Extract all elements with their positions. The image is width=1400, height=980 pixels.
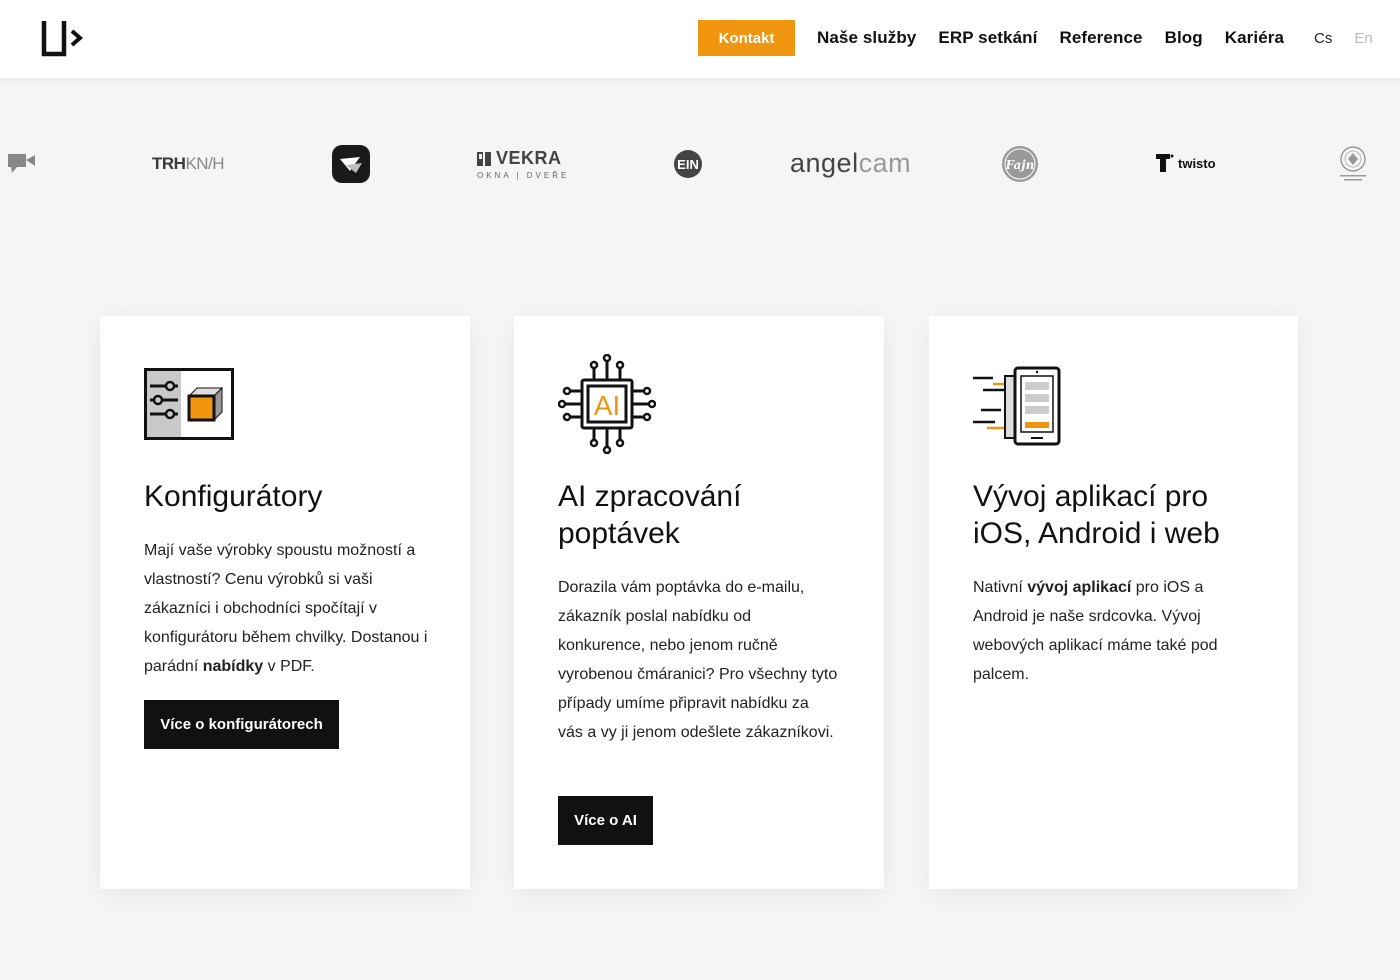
main-nav: Kontakt Naše služby ERP setkání Referenc… — [698, 20, 1373, 56]
client-logo-fajn: Fajn — [1001, 145, 1039, 183]
client-logo-app-icon — [332, 145, 370, 183]
client-logo-university-seal — [1336, 145, 1370, 185]
card-description: Mají vaše výrobky spoustu možností a vla… — [144, 542, 428, 675]
site-header: Kontakt Naše služby ERP setkání Referenc… — [0, 0, 1400, 78]
nav-item-erp-meetup[interactable]: ERP setkání — [938, 28, 1037, 48]
client-logo-camera — [8, 152, 36, 174]
more-ai-button[interactable]: Více o AI — [558, 796, 653, 845]
kontakt-button[interactable]: Kontakt — [698, 20, 795, 56]
nav-item-services[interactable]: Naše služby — [817, 28, 916, 48]
lang-en-link[interactable]: En — [1354, 30, 1372, 47]
service-card-app-development: Vývoj aplikací pro iOS, Android i web Na… — [929, 316, 1298, 889]
service-card-ai: AI AI zpracování poptávek Dorazila vám p… — [514, 316, 884, 889]
card-title: AI zpracování poptávek — [558, 480, 742, 550]
card-description: Nativní vývoj aplikací pro iOS a Android… — [973, 579, 1218, 683]
svg-text:EIN: EIN — [677, 157, 699, 172]
lang-cs-link[interactable]: Cs — [1314, 30, 1332, 47]
more-configurators-button[interactable]: Více o konfigurátorech — [144, 700, 339, 749]
client-logo-ein: EIN — [673, 149, 703, 179]
card-title: Konfigurátory — [144, 480, 323, 513]
client-logo-twisto: twisto — [1156, 153, 1216, 173]
card-title: Vývoj aplikací pro iOS, Android i web — [973, 480, 1220, 550]
client-logo-vekra: VEKRA OKNA | DVEŘE — [477, 148, 570, 180]
card-description: Dorazila vám poptávka do e-mailu, zákazn… — [558, 579, 838, 741]
nav-item-blog[interactable]: Blog — [1165, 28, 1203, 48]
nav-item-careers[interactable]: Kariéra — [1225, 28, 1284, 48]
client-logo-angelcam: angel cam — [790, 148, 912, 178]
svg-text:AI: AI — [594, 390, 620, 421]
client-logo-trhknih: TRH KN/H — [152, 154, 225, 173]
svg-text:Fajn: Fajn — [1005, 158, 1035, 172]
ai-chip-icon: AI — [557, 353, 657, 459]
service-card-configurators: Konfigurátory Mají vaše výrobky spoustu … — [100, 316, 470, 889]
brand-logo-icon[interactable] — [40, 18, 88, 58]
mobile-app-icon — [973, 366, 1063, 453]
nav-item-references[interactable]: Reference — [1059, 28, 1142, 48]
configurator-icon — [144, 368, 234, 445]
